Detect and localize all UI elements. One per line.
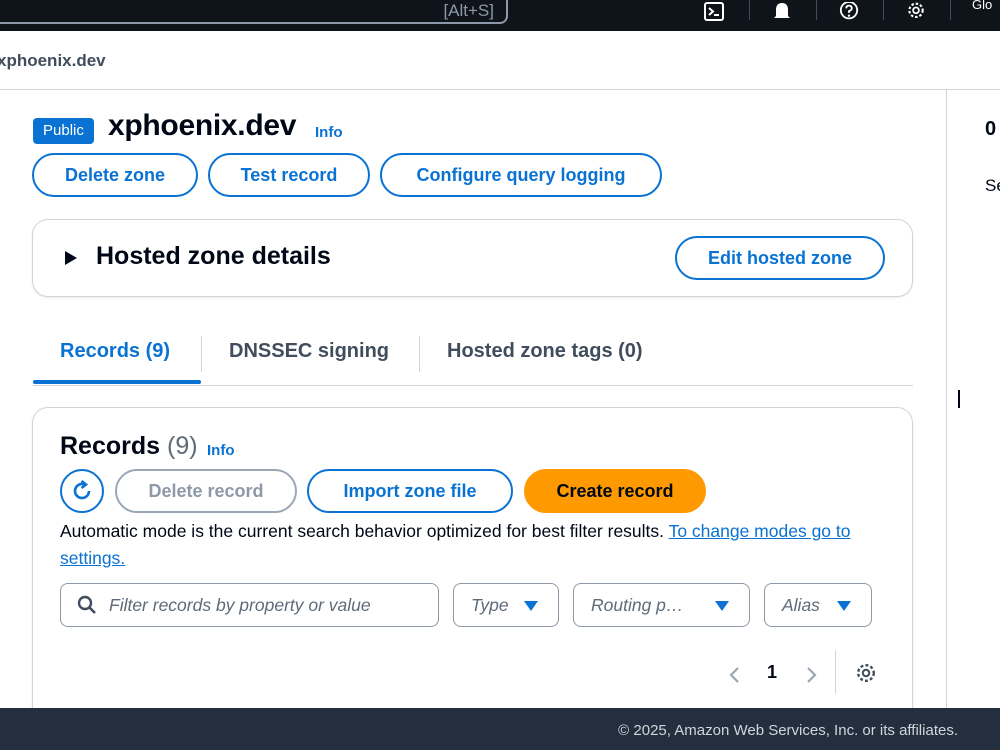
alias-filter-select[interactable]: Alias	[764, 583, 872, 627]
type-filter-select[interactable]: Type	[453, 583, 559, 627]
side-panel-divider[interactable]	[946, 90, 947, 708]
test-record-button[interactable]: Test record	[208, 153, 370, 197]
copyright-text: © 2025, Amazon Web Services, Inc. or its…	[618, 722, 958, 739]
records-info-link[interactable]: Info	[207, 442, 235, 459]
configure-query-logging-button[interactable]: Configure query logging	[380, 153, 662, 197]
notifications-icon[interactable]	[765, 0, 799, 24]
tab-separator	[419, 336, 420, 372]
public-badge: Public	[33, 118, 94, 144]
previous-page-icon[interactable]	[725, 665, 745, 685]
routing-filter-label: Routing p…	[591, 595, 684, 615]
records-count: (9)	[167, 432, 198, 460]
details-title[interactable]: Hosted zone details	[96, 242, 331, 271]
create-record-button[interactable]: Create record	[524, 469, 706, 513]
page-footer: © 2025, Amazon Web Services, Inc. or its…	[0, 708, 1000, 750]
help-icon[interactable]	[832, 0, 866, 24]
pagination-separator	[835, 650, 836, 694]
hosted-zone-details-panel: Hosted zone details Edit hosted zone	[32, 219, 913, 297]
tab-dnssec-signing[interactable]: DNSSEC signing	[229, 340, 389, 363]
import-zone-file-button[interactable]: Import zone file	[307, 469, 513, 513]
filter-records-input[interactable]	[60, 583, 439, 627]
tab-separator	[201, 336, 202, 372]
records-heading: Records (9)	[60, 432, 198, 460]
search-icon	[77, 595, 97, 619]
filter-text-field[interactable]	[109, 592, 429, 618]
nav-separator	[883, 0, 884, 20]
top-navigation: [Alt+S] Glo	[0, 0, 1000, 31]
breadcrumb: xphoenix.dev	[0, 31, 1000, 90]
search-mode-description: Automatic mode is the current search beh…	[60, 521, 851, 568]
table-preferences-gear-icon[interactable]	[855, 662, 877, 688]
side-panel-text: Se	[985, 176, 1000, 195]
delete-record-button[interactable]: Delete record	[115, 469, 297, 513]
next-page-icon[interactable]	[801, 665, 821, 685]
tab-hosted-zone-tags[interactable]: Hosted zone tags (0)	[447, 340, 643, 363]
dropdown-arrow-icon	[715, 601, 729, 611]
type-filter-label: Type	[471, 595, 509, 615]
search-shortcut-hint: [Alt+S]	[443, 1, 494, 20]
nav-separator	[950, 0, 951, 20]
breadcrumb-current: xphoenix.dev	[0, 51, 106, 70]
global-search-box[interactable]: [Alt+S]	[0, 0, 508, 24]
dropdown-arrow-icon	[524, 601, 538, 611]
records-panel: Records (9) Info Delete record Import zo…	[32, 407, 913, 747]
routing-policy-filter-select[interactable]: Routing p…	[573, 583, 750, 627]
active-tab-indicator	[33, 380, 201, 384]
refresh-button[interactable]	[60, 469, 104, 513]
tab-list: Records (9) DNSSEC signing Hosted zone t…	[33, 330, 913, 386]
alias-filter-label: Alias	[782, 595, 820, 615]
text-cursor	[958, 390, 960, 408]
edit-hosted-zone-button[interactable]: Edit hosted zone	[675, 236, 885, 280]
delete-zone-button[interactable]: Delete zone	[32, 153, 198, 197]
current-page-number[interactable]: 1	[767, 662, 777, 683]
page-title: xphoenix.dev	[108, 109, 297, 142]
nav-separator	[749, 0, 750, 20]
zone-info-link[interactable]: Info	[315, 124, 343, 141]
dropdown-arrow-icon	[837, 601, 851, 611]
side-panel-heading: 0	[985, 118, 997, 140]
cloudshell-icon[interactable]	[697, 0, 731, 24]
region-selector[interactable]: Glo	[972, 0, 992, 12]
nav-separator	[816, 0, 817, 20]
expand-caret-icon[interactable]	[65, 251, 77, 265]
settings-icon[interactable]	[899, 0, 933, 24]
refresh-icon	[73, 479, 91, 500]
tab-records[interactable]: Records (9)	[60, 340, 170, 363]
